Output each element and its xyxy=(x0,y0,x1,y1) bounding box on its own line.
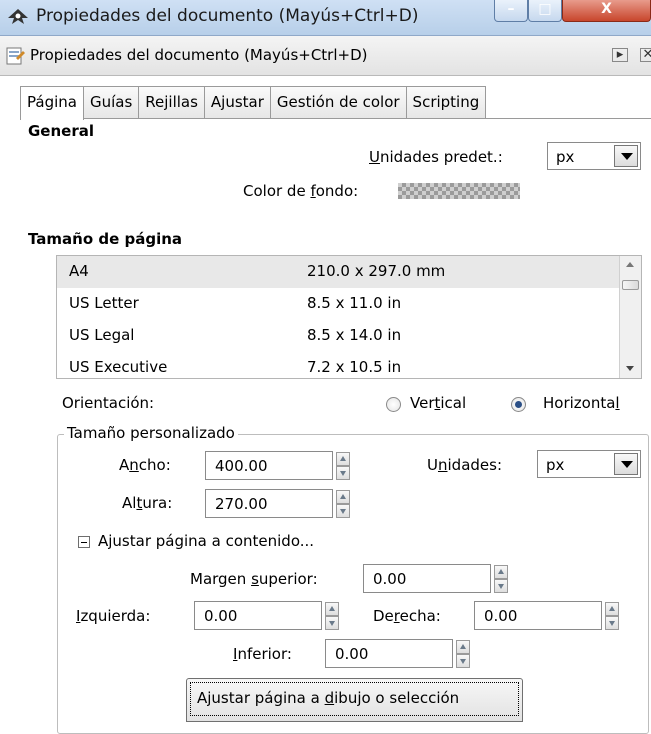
list-item[interactable]: US Legal 8.5 x 14.0 in xyxy=(57,320,620,352)
width-stepper[interactable] xyxy=(336,452,356,481)
list-item[interactable]: A4 210.0 x 297.0 mm xyxy=(57,256,620,288)
default-units-label: Unidades predet.: xyxy=(369,148,503,166)
width-value: 400.00 xyxy=(215,457,268,475)
page-size-heading: Tamaño de página xyxy=(28,230,183,248)
fit-page-expander-label[interactable]: Ajustar página a contenido... xyxy=(98,532,314,550)
left-margin-spinbox[interactable]: 0.00 xyxy=(194,601,339,630)
top-margin-stepper[interactable] xyxy=(494,565,514,594)
scroll-thumb[interactable] xyxy=(622,280,639,290)
vertical-radio[interactable] xyxy=(386,397,401,412)
scroll-up-icon[interactable] xyxy=(620,256,641,274)
page-size-dimensions: 8.5 x 11.0 in xyxy=(307,294,402,312)
custom-units-label: Unidades: xyxy=(427,456,502,474)
fit-to-drawing-button-label: Ajustar página a dibujo o selección xyxy=(197,689,460,707)
maximize-button[interactable]: □ xyxy=(528,0,562,22)
page-size-name: US Legal xyxy=(69,326,135,344)
tab-ajustar[interactable]: Ajustar xyxy=(203,86,271,119)
tab-divider xyxy=(20,118,651,119)
height-value: 270.00 xyxy=(215,495,268,513)
maximize-icon: □ xyxy=(538,1,552,17)
bottom-margin-spinbox[interactable]: 0.00 xyxy=(325,639,470,668)
default-units-value: px xyxy=(556,148,575,166)
increment-icon[interactable] xyxy=(336,452,350,466)
page-size-dimensions: 8.5 x 14.0 in xyxy=(307,326,402,344)
top-margin-value: 0.00 xyxy=(373,570,407,588)
custom-units-select[interactable]: px xyxy=(537,450,641,478)
vertical-radio-label[interactable]: Vertical xyxy=(410,394,466,412)
height-spinbox[interactable]: 270.00 xyxy=(205,489,350,518)
fit-to-drawing-button[interactable]: Ajustar página a dibujo o selección xyxy=(186,678,523,722)
page-size-dimensions: 7.2 x 10.5 in xyxy=(307,358,402,376)
decrement-icon[interactable] xyxy=(336,504,350,518)
close-icon: X xyxy=(601,1,612,17)
decrement-icon[interactable] xyxy=(456,654,470,668)
tab-gestion-color[interactable]: Gestión de color xyxy=(269,86,407,119)
custom-units-value: px xyxy=(546,456,565,474)
window-titlebar[interactable]: Propiedades del documento (Mayús+Ctrl+D)… xyxy=(0,0,651,36)
page-size-name: US Executive xyxy=(69,358,168,376)
horizontal-radio[interactable] xyxy=(511,397,526,412)
tab-rejillas[interactable]: Rejillas xyxy=(138,86,205,119)
page-size-list[interactable]: A4 210.0 x 297.0 mm US Letter 8.5 x 11.0… xyxy=(56,255,642,379)
right-margin-spinbox[interactable]: 0.00 xyxy=(474,601,619,630)
height-label: Altura: xyxy=(122,494,173,512)
decrement-icon[interactable] xyxy=(325,616,339,630)
bottom-margin-label: Inferior: xyxy=(233,645,292,663)
right-margin-label: Derecha: xyxy=(373,607,441,625)
right-margin-value: 0.00 xyxy=(484,607,518,625)
bottom-margin-value: 0.00 xyxy=(335,645,369,663)
horizontal-radio-label[interactable]: Horizontal xyxy=(543,394,620,412)
minimize-button[interactable]: – xyxy=(494,0,528,22)
general-heading: General xyxy=(28,122,94,140)
dialog-title: Propiedades del documento (Mayús+Ctrl+D) xyxy=(30,46,368,64)
tab-pagina[interactable]: Página xyxy=(20,86,84,120)
left-margin-label: Izquierda: xyxy=(76,607,151,625)
decrement-icon[interactable] xyxy=(494,579,508,593)
minimize-icon: – xyxy=(507,1,515,17)
page-size-dimensions: 210.0 x 297.0 mm xyxy=(307,262,446,280)
decrement-icon[interactable] xyxy=(605,616,619,630)
left-margin-stepper[interactable] xyxy=(325,602,345,631)
bottom-margin-stepper[interactable] xyxy=(456,640,476,669)
chevron-down-icon xyxy=(614,145,638,167)
document-properties-icon xyxy=(6,47,25,65)
window-title: Propiedades del documento (Mayús+Ctrl+D) xyxy=(36,6,419,26)
left-margin-value: 0.00 xyxy=(204,607,238,625)
height-stepper[interactable] xyxy=(336,490,356,519)
list-item[interactable]: US Executive 7.2 x 10.5 in xyxy=(57,352,620,378)
tab-scripting[interactable]: Scripting xyxy=(405,86,487,119)
inkscape-app-icon xyxy=(8,9,28,24)
tab-guias[interactable]: Guías xyxy=(82,86,140,119)
dialog-dock-header: Propiedades del documento (Mayús+Ctrl+D)… xyxy=(0,36,651,76)
width-spinbox[interactable]: 400.00 xyxy=(205,451,350,480)
tab-bar: Página Guías Rejillas Ajustar Gestión de… xyxy=(20,86,487,120)
increment-icon[interactable] xyxy=(456,640,470,654)
background-color-label: Color de fondo: xyxy=(243,182,359,200)
page-size-scrollbar[interactable] xyxy=(619,256,641,378)
dock-arrow-icon[interactable]: ▸ xyxy=(612,48,628,62)
top-margin-spinbox[interactable]: 0.00 xyxy=(363,564,508,593)
collapse-icon[interactable] xyxy=(78,536,90,548)
custom-size-group-label: Tamaño personalizado xyxy=(64,424,238,442)
top-margin-label: Margen superior: xyxy=(190,570,318,588)
close-button[interactable]: X xyxy=(562,0,651,22)
decrement-icon[interactable] xyxy=(336,466,350,480)
increment-icon[interactable] xyxy=(336,490,350,504)
button-focus-ring: Ajustar página a dibujo o selección xyxy=(190,682,519,716)
increment-icon[interactable] xyxy=(325,602,339,616)
increment-icon[interactable] xyxy=(494,565,508,579)
dock-close-icon[interactable]: ✕ xyxy=(640,48,651,62)
page-size-name: US Letter xyxy=(69,294,139,312)
width-label: Ancho: xyxy=(119,456,171,474)
background-color-swatch[interactable] xyxy=(398,183,520,199)
default-units-select[interactable]: px xyxy=(547,142,641,170)
page-size-name: A4 xyxy=(69,262,89,280)
increment-icon[interactable] xyxy=(605,602,619,616)
orientation-label: Orientación: xyxy=(62,394,155,412)
list-item[interactable]: US Letter 8.5 x 11.0 in xyxy=(57,288,620,320)
right-margin-stepper[interactable] xyxy=(605,602,625,631)
chevron-down-icon xyxy=(614,453,638,475)
scroll-down-icon[interactable] xyxy=(620,360,641,378)
